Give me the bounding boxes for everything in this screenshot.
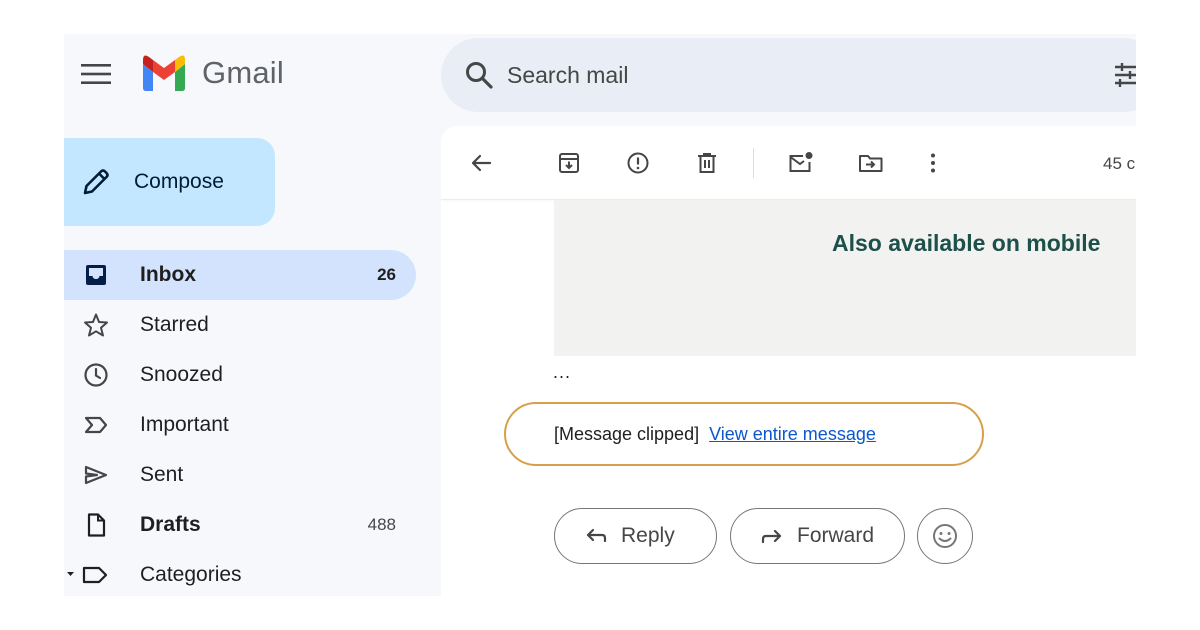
hamburger-menu-icon xyxy=(81,64,111,84)
message-view: 45 c Also available on mobile ... [Messa… xyxy=(441,126,1136,596)
email-promo-banner: Also available on mobile xyxy=(554,200,1136,356)
search-button[interactable] xyxy=(459,55,499,95)
move-to-folder-icon xyxy=(859,155,883,172)
compose-label: Compose xyxy=(134,170,224,193)
label-icon xyxy=(64,561,112,589)
unread-count: 26 xyxy=(377,265,396,284)
more-vertical-icon xyxy=(931,153,935,173)
sidebar-item-inbox[interactable]: Inbox 26 xyxy=(64,250,416,300)
file-icon xyxy=(82,511,110,539)
move-to-button[interactable] xyxy=(851,143,891,183)
sidebar-item-label: Starred xyxy=(140,313,209,336)
trash-icon xyxy=(698,153,716,173)
search-icon xyxy=(466,62,493,89)
search-bar xyxy=(441,38,1136,112)
forward-button[interactable]: Forward xyxy=(730,508,905,564)
arrow-left-icon xyxy=(471,154,492,172)
more-options-button[interactable] xyxy=(913,143,953,183)
toolbar-divider xyxy=(753,148,754,178)
trimmed-content-indicator[interactable]: ... xyxy=(553,362,571,383)
sidebar-item-label: Inbox xyxy=(140,263,196,286)
gmail-window: Gmail Compose xyxy=(64,34,1136,596)
compose-button[interactable]: Compose xyxy=(64,138,275,226)
pencil-icon xyxy=(80,166,112,198)
sidebar-item-categories[interactable]: Categories xyxy=(64,550,416,596)
sidebar-item-starred[interactable]: Starred xyxy=(64,300,416,350)
reply-label: Reply xyxy=(621,524,675,547)
view-entire-message-link[interactable]: View entire message xyxy=(709,424,876,445)
message-clipped-notice: [Message clipped] View entire message xyxy=(504,402,984,466)
sidebar-item-important[interactable]: Important xyxy=(64,400,416,450)
app-name: Gmail xyxy=(202,55,284,90)
sidebar-item-drafts[interactable]: Drafts 488 xyxy=(64,500,416,550)
star-icon xyxy=(82,311,110,339)
sidebar-item-label: Sent xyxy=(140,463,184,486)
back-button[interactable] xyxy=(461,143,501,183)
gmail-logo[interactable]: Gmail xyxy=(140,54,284,92)
sidebar-nav: Inbox 26 Starred Snoozed Important Sent … xyxy=(64,250,416,596)
sidebar-item-label: Categories xyxy=(140,563,242,586)
mark-unread-icon xyxy=(789,152,813,172)
gmail-m-logo-icon xyxy=(143,55,185,91)
forward-label: Forward xyxy=(797,524,875,547)
search-options-icon[interactable] xyxy=(1113,62,1136,88)
sidebar-item-label: Important xyxy=(140,413,229,436)
forward-icon xyxy=(759,523,785,549)
important-icon xyxy=(82,411,110,439)
message-counter: 45 c xyxy=(1103,154,1136,173)
message-clipped-text: [Message clipped] xyxy=(554,423,700,444)
promo-heading: Also available on mobile xyxy=(832,230,1101,256)
inbox-icon xyxy=(82,261,110,289)
message-toolbar: 45 c xyxy=(441,126,1136,200)
drafts-count: 488 xyxy=(367,515,396,534)
clock-icon xyxy=(82,361,110,389)
archive-icon xyxy=(559,153,579,173)
reply-icon xyxy=(583,523,609,549)
delete-button[interactable] xyxy=(687,143,727,183)
emoji-smiley-icon xyxy=(933,524,957,548)
sidebar-item-sent[interactable]: Sent xyxy=(64,450,416,500)
sidebar-item-label: Drafts xyxy=(140,513,201,536)
add-reaction-button[interactable] xyxy=(917,508,973,564)
archive-button[interactable] xyxy=(549,143,589,183)
send-icon xyxy=(82,461,110,489)
search-input[interactable] xyxy=(507,61,1067,89)
main-menu-button[interactable] xyxy=(78,56,114,92)
mark-unread-button[interactable] xyxy=(781,143,821,183)
sidebar-item-label: Snoozed xyxy=(140,363,223,386)
report-spam-button[interactable] xyxy=(618,143,658,183)
sidebar-item-snoozed[interactable]: Snoozed xyxy=(64,350,416,400)
report-spam-icon xyxy=(627,152,649,174)
reply-button[interactable]: Reply xyxy=(554,508,717,564)
